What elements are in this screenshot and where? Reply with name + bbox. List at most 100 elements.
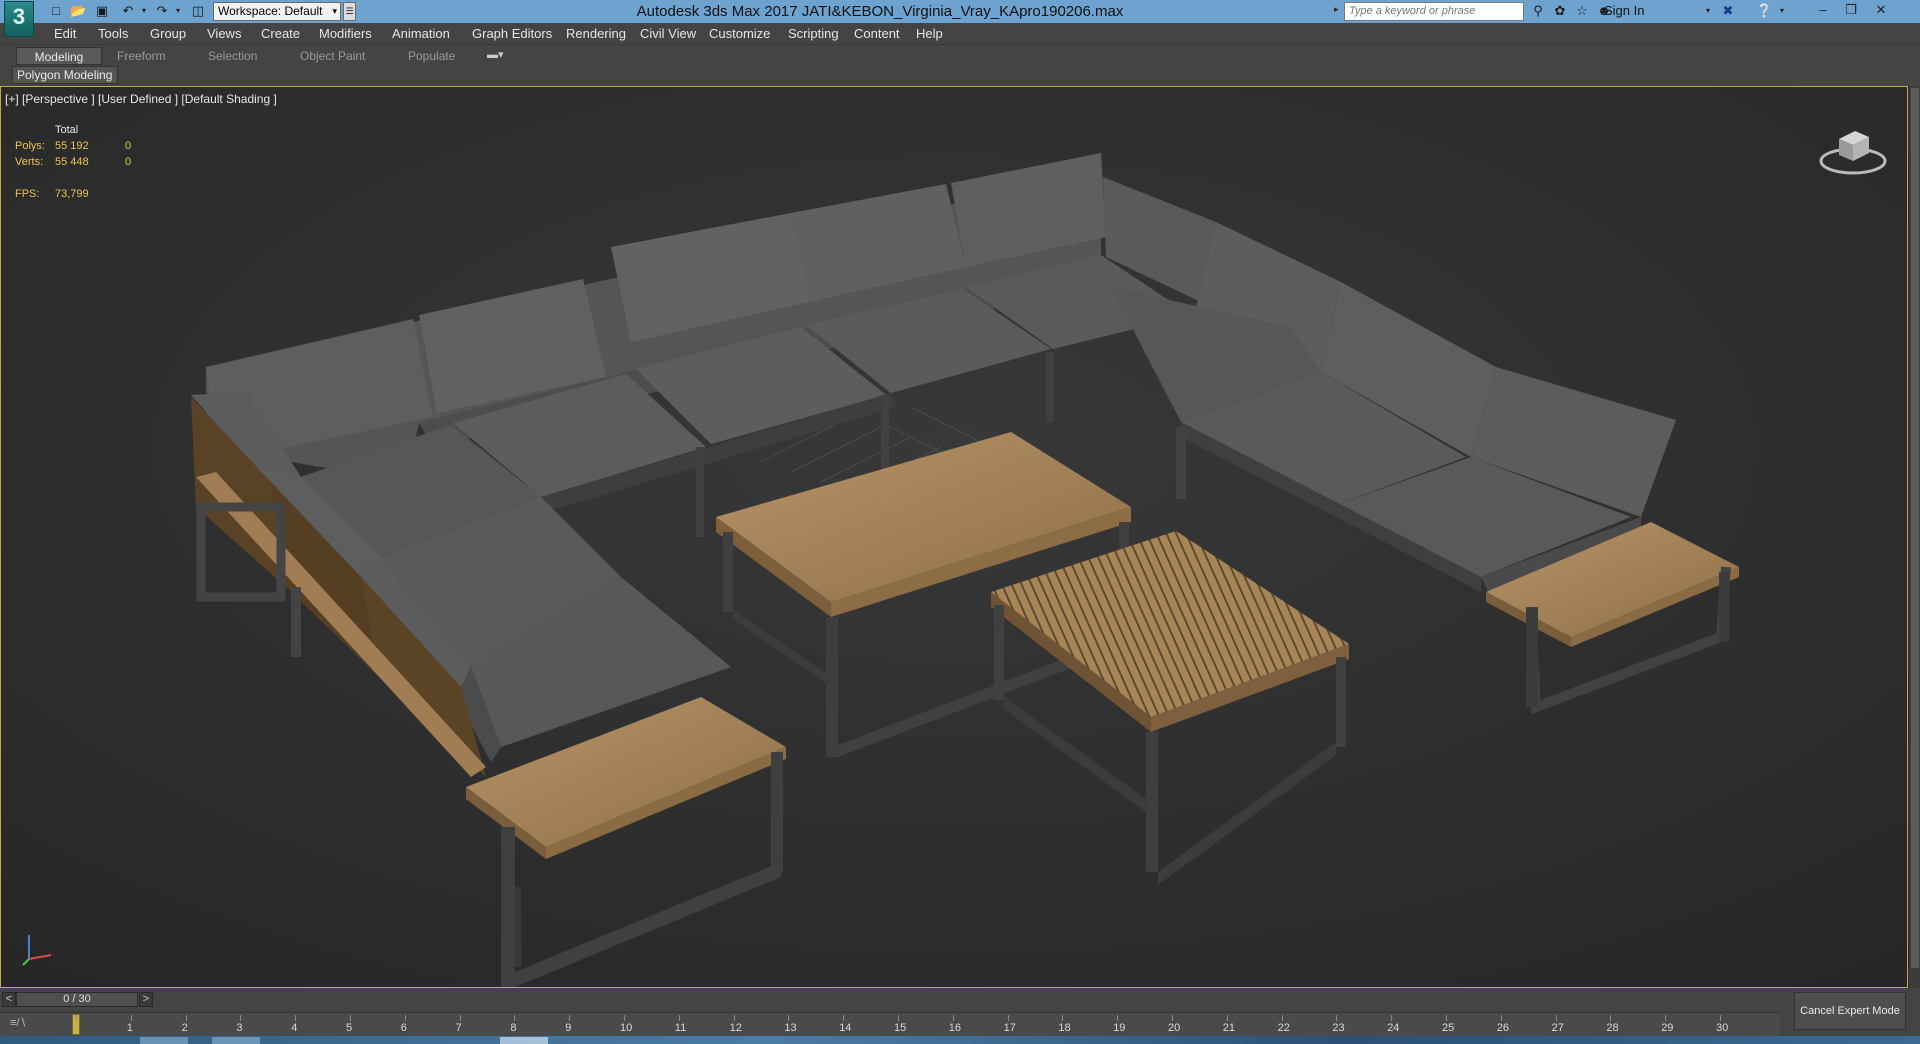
workspace-label: Workspace: Default	[218, 4, 323, 18]
sign-in-dropdown-icon[interactable]: ▾	[1700, 3, 1716, 19]
chevron-down-icon: ▾	[332, 6, 337, 16]
title-bar: 3 □ 📂 ▣ ↶ ▾ ↷ ▾ ◫ Workspace: Default ▾ ☰…	[0, 0, 1920, 37]
quick-access-menu-button[interactable]: ☰	[343, 2, 356, 21]
timeline-tick-label: 16	[948, 1022, 962, 1034]
timeline-tick-mark	[952, 1015, 954, 1021]
tab-freeform[interactable]: Freeform	[117, 47, 166, 65]
new-file-icon[interactable]: □	[48, 3, 64, 19]
mini-curve-editor-icon[interactable]: ≡/∖	[10, 1016, 26, 1029]
tab-selection[interactable]: Selection	[208, 47, 257, 65]
menu-graph-editors[interactable]: Graph Editors	[472, 26, 552, 41]
timeline-tick-mark	[295, 1015, 297, 1021]
menu-views[interactable]: Views	[207, 26, 241, 41]
menu-civil-view[interactable]: Civil View	[640, 26, 696, 41]
timeline-tick-label: 1	[126, 1022, 133, 1034]
search-input[interactable]: Type a keyword or phrase	[1344, 2, 1524, 21]
time-slider-thumb[interactable]: 0 / 30	[16, 992, 138, 1007]
timeline-tick-mark	[185, 1015, 187, 1021]
os-taskbar	[0, 1036, 1920, 1044]
menu-tools[interactable]: Tools	[98, 26, 128, 41]
stats-verts-label: Verts:	[15, 156, 44, 168]
restore-button[interactable]: ❐	[1836, 0, 1866, 20]
ribbon-minimize-icon[interactable]: ▬▾	[487, 48, 504, 61]
menu-scripting[interactable]: Scripting	[788, 26, 839, 41]
taskbar-app-icon[interactable]	[140, 1037, 188, 1044]
furniture-scene[interactable]	[1, 87, 1908, 988]
timeline-tick-mark	[1446, 1015, 1447, 1021]
tab-modeling[interactable]: Modeling	[16, 47, 102, 65]
timeline-tick-mark	[843, 1015, 845, 1021]
exchange-apps-icon[interactable]: ✖	[1720, 3, 1736, 19]
sign-in-link[interactable]: Sign In	[1604, 3, 1644, 18]
menu-create[interactable]: Create	[261, 26, 300, 41]
ribbon-scrollbar[interactable]	[1908, 86, 1920, 988]
favorites-star-icon[interactable]: ☆	[1574, 3, 1590, 19]
tab-populate[interactable]: Populate	[408, 47, 455, 65]
search-expand-icon[interactable]: ▸	[1334, 4, 1339, 15]
timeline-tick-label: 11	[674, 1022, 687, 1034]
cancel-expert-mode-button[interactable]: Cancel Expert Mode	[1794, 992, 1906, 1030]
menu-rendering[interactable]: Rendering	[566, 26, 626, 41]
time-slider-next-button[interactable]: >	[139, 992, 153, 1007]
menu-customize[interactable]: Customize	[709, 26, 770, 41]
timeline-tick-label: 26	[1496, 1022, 1510, 1034]
timeline-tick-label: 17	[1003, 1022, 1016, 1034]
viewport-label[interactable]: [+] [Perspective ] [User Defined ] [Defa…	[5, 92, 277, 106]
stats-fps-value: 73,799	[55, 188, 89, 200]
help-dropdown-icon[interactable]: ▾	[1774, 3, 1790, 19]
timeline-tick-mark	[733, 1015, 735, 1021]
menu-bar: Edit Tools Group Views Create Modifiers …	[0, 23, 1920, 45]
timeline-tick-label: 4	[291, 1022, 298, 1034]
timeline-tick-label: 3	[236, 1022, 243, 1034]
timeline-tick-mark	[514, 1015, 516, 1021]
timeline-tick-label: 22	[1277, 1022, 1290, 1034]
perspective-viewport[interactable]: [+] [Perspective ] [User Defined ] [Defa…	[0, 86, 1908, 988]
subscription-icon[interactable]: ✿	[1552, 3, 1568, 19]
stats-polys-selected: 0	[125, 140, 132, 152]
viewcube-icon[interactable]	[1817, 117, 1889, 181]
timeline-tick-mark	[1007, 1015, 1009, 1021]
timeline-tick-mark	[404, 1015, 406, 1021]
time-slider-prev-button[interactable]: <	[2, 992, 16, 1007]
save-icon[interactable]: ▣	[94, 3, 110, 19]
timeline-tick-label: 12	[729, 1022, 742, 1034]
stats-fps-label: FPS:	[15, 188, 40, 200]
menu-content[interactable]: Content	[854, 26, 900, 41]
timeline-tick-mark	[678, 1015, 680, 1021]
undo-dropdown-icon[interactable]: ▾	[136, 3, 152, 19]
app-logo[interactable]: 3	[4, 1, 34, 37]
timeline-tick-mark	[240, 1015, 242, 1021]
close-button[interactable]: ✕	[1866, 0, 1896, 20]
track-bar[interactable]: ≡/∖ 1 2 3 4 5 6 7 8 9 10 11 12 13 14 15 16 17 18 19 20 21 22 2…	[0, 1012, 1780, 1036]
help-icon[interactable]: ❔	[1756, 3, 1772, 19]
redo-icon[interactable]: ↷	[154, 3, 170, 19]
workspace-dropdown[interactable]: Workspace: Default ▾	[213, 2, 341, 21]
timeline-tick-label: 13	[784, 1022, 797, 1034]
tab-object-paint[interactable]: Object Paint	[300, 47, 365, 65]
project-folder-icon[interactable]: ◫	[190, 3, 206, 19]
ribbon: Modeling Freeform Selection Object Paint…	[0, 45, 1920, 85]
taskbar-app-icon[interactable]	[500, 1037, 548, 1044]
menu-group[interactable]: Group	[150, 26, 186, 41]
timeline-tick-label: 30	[1716, 1022, 1729, 1034]
timeline-tick-mark	[350, 1015, 351, 1021]
timeline-tick-mark	[569, 1015, 571, 1021]
scrollbar-thumb[interactable]	[1911, 88, 1919, 968]
menu-edit[interactable]: Edit	[54, 26, 76, 41]
open-file-icon[interactable]: 📂	[70, 3, 86, 19]
timeline-tick-mark	[1720, 1015, 1721, 1021]
taskbar-app-icon[interactable]	[212, 1037, 260, 1044]
ribbon-panel-polygon-modeling[interactable]: Polygon Modeling	[12, 66, 118, 84]
axis-tripod-icon	[22, 935, 52, 966]
binoculars-icon[interactable]: ⚲	[1530, 3, 1546, 19]
redo-dropdown-icon[interactable]: ▾	[170, 3, 186, 19]
timeline-tick-mark	[1665, 1015, 1667, 1021]
undo-icon[interactable]: ↶	[120, 3, 136, 19]
timeline-tick-label: 25	[1442, 1022, 1455, 1034]
window-title: Autodesk 3ds Max 2017 JATI&KEBON_Virgini…	[636, 3, 1124, 20]
menu-help[interactable]: Help	[916, 26, 943, 41]
menu-animation[interactable]: Animation	[392, 26, 450, 41]
stats-verts-selected: 0	[125, 156, 132, 168]
menu-modifiers[interactable]: Modifiers	[319, 26, 372, 41]
minimize-button[interactable]: –	[1808, 0, 1838, 20]
